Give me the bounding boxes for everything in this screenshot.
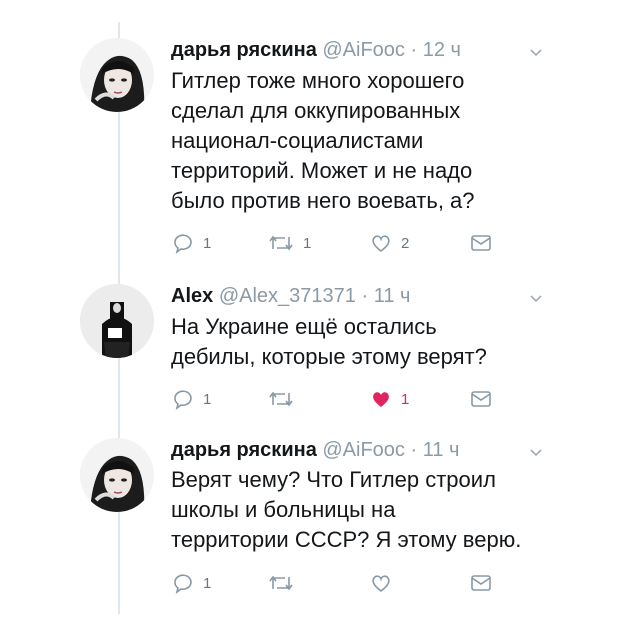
envelope-icon bbox=[471, 575, 491, 591]
chevron-down-icon[interactable] bbox=[528, 44, 544, 60]
reply-icon bbox=[174, 574, 192, 594]
reply-button[interactable]: 1 bbox=[171, 231, 211, 255]
separator-dot: · bbox=[410, 439, 418, 461]
tweet-text-line: На Украине ещё остались bbox=[171, 314, 437, 339]
tweet-text-line: было против него воевать, а? bbox=[171, 188, 475, 213]
tweet-actions: 1 bbox=[171, 571, 501, 595]
avatar[interactable] bbox=[80, 284, 154, 358]
tweet-text-line: национал-социалистами bbox=[171, 128, 424, 153]
retweet-icon bbox=[269, 575, 293, 591]
tweet-text-line: сделал для оккупированных bbox=[171, 98, 461, 123]
separator-dot: · bbox=[410, 39, 418, 61]
like-button[interactable] bbox=[369, 571, 401, 595]
dm-button[interactable] bbox=[469, 387, 493, 411]
retweet-button[interactable] bbox=[267, 571, 303, 595]
tweet-text: На Украине ещё остались дебилы, которые … bbox=[171, 312, 551, 372]
retweet-button[interactable]: 1 bbox=[267, 231, 311, 255]
retweet-icon bbox=[269, 391, 293, 407]
tweet-text-line: Гитлер тоже много хорошего bbox=[171, 68, 465, 93]
user-handle[interactable]: @Alex_371371 bbox=[219, 285, 356, 307]
timestamp[interactable]: 11 ч bbox=[374, 285, 411, 307]
reply-button[interactable]: 1 bbox=[171, 387, 211, 411]
tweet-text-line: Верят чему? Что Гитлер строил bbox=[171, 467, 496, 492]
tweet-actions: 1 1 2 bbox=[171, 231, 501, 255]
heart-icon bbox=[372, 575, 390, 593]
like-button[interactable]: 2 bbox=[369, 231, 409, 255]
user-handle[interactable]: @AiFooc bbox=[322, 439, 405, 461]
reply-icon bbox=[174, 390, 192, 410]
retweet-button[interactable] bbox=[267, 387, 303, 411]
avatar[interactable] bbox=[80, 38, 154, 112]
reply-count: 1 bbox=[203, 234, 212, 252]
user-handle[interactable]: @AiFooc bbox=[322, 39, 405, 61]
avatar[interactable] bbox=[80, 438, 154, 512]
heart-icon bbox=[372, 235, 390, 253]
envelope-icon bbox=[471, 391, 491, 407]
tweet-text-line: территорий. Может и не надо bbox=[171, 158, 473, 183]
tweet-text: Верят чему? Что Гитлер строил школы и бо… bbox=[171, 465, 551, 555]
tweet-text-line: школы и больницы на bbox=[171, 497, 396, 522]
dm-button[interactable] bbox=[469, 231, 493, 255]
like-count: 1 bbox=[401, 390, 410, 408]
display-name[interactable]: Alex bbox=[171, 285, 213, 307]
tweet-actions: 1 1 bbox=[171, 387, 501, 411]
retweet-icon bbox=[269, 235, 293, 251]
like-button[interactable]: 1 bbox=[369, 387, 409, 411]
tweet-text: Гитлер тоже много хорошего сделал для ок… bbox=[171, 66, 551, 216]
reply-count: 1 bbox=[203, 574, 212, 592]
tweet-text-line: территории СССР? Я этому верю. bbox=[171, 527, 522, 552]
tweet-text-line: дебилы, которые этому верят? bbox=[171, 344, 487, 369]
timestamp[interactable]: 12 ч bbox=[423, 39, 461, 61]
display-name[interactable]: дарья ряскина bbox=[171, 39, 317, 61]
like-count: 2 bbox=[401, 234, 410, 252]
timestamp[interactable]: 11 ч bbox=[423, 439, 460, 461]
separator-dot: · bbox=[361, 285, 369, 307]
reply-icon bbox=[174, 234, 192, 254]
retweet-count: 1 bbox=[303, 234, 312, 252]
chevron-down-icon[interactable] bbox=[528, 290, 544, 306]
chevron-down-icon[interactable] bbox=[528, 444, 544, 460]
heart-icon bbox=[373, 392, 389, 407]
reply-button[interactable]: 1 bbox=[171, 571, 211, 595]
dm-button[interactable] bbox=[469, 571, 493, 595]
display-name[interactable]: дарья ряскина bbox=[171, 439, 317, 461]
reply-count: 1 bbox=[203, 390, 212, 408]
envelope-icon bbox=[471, 235, 491, 251]
